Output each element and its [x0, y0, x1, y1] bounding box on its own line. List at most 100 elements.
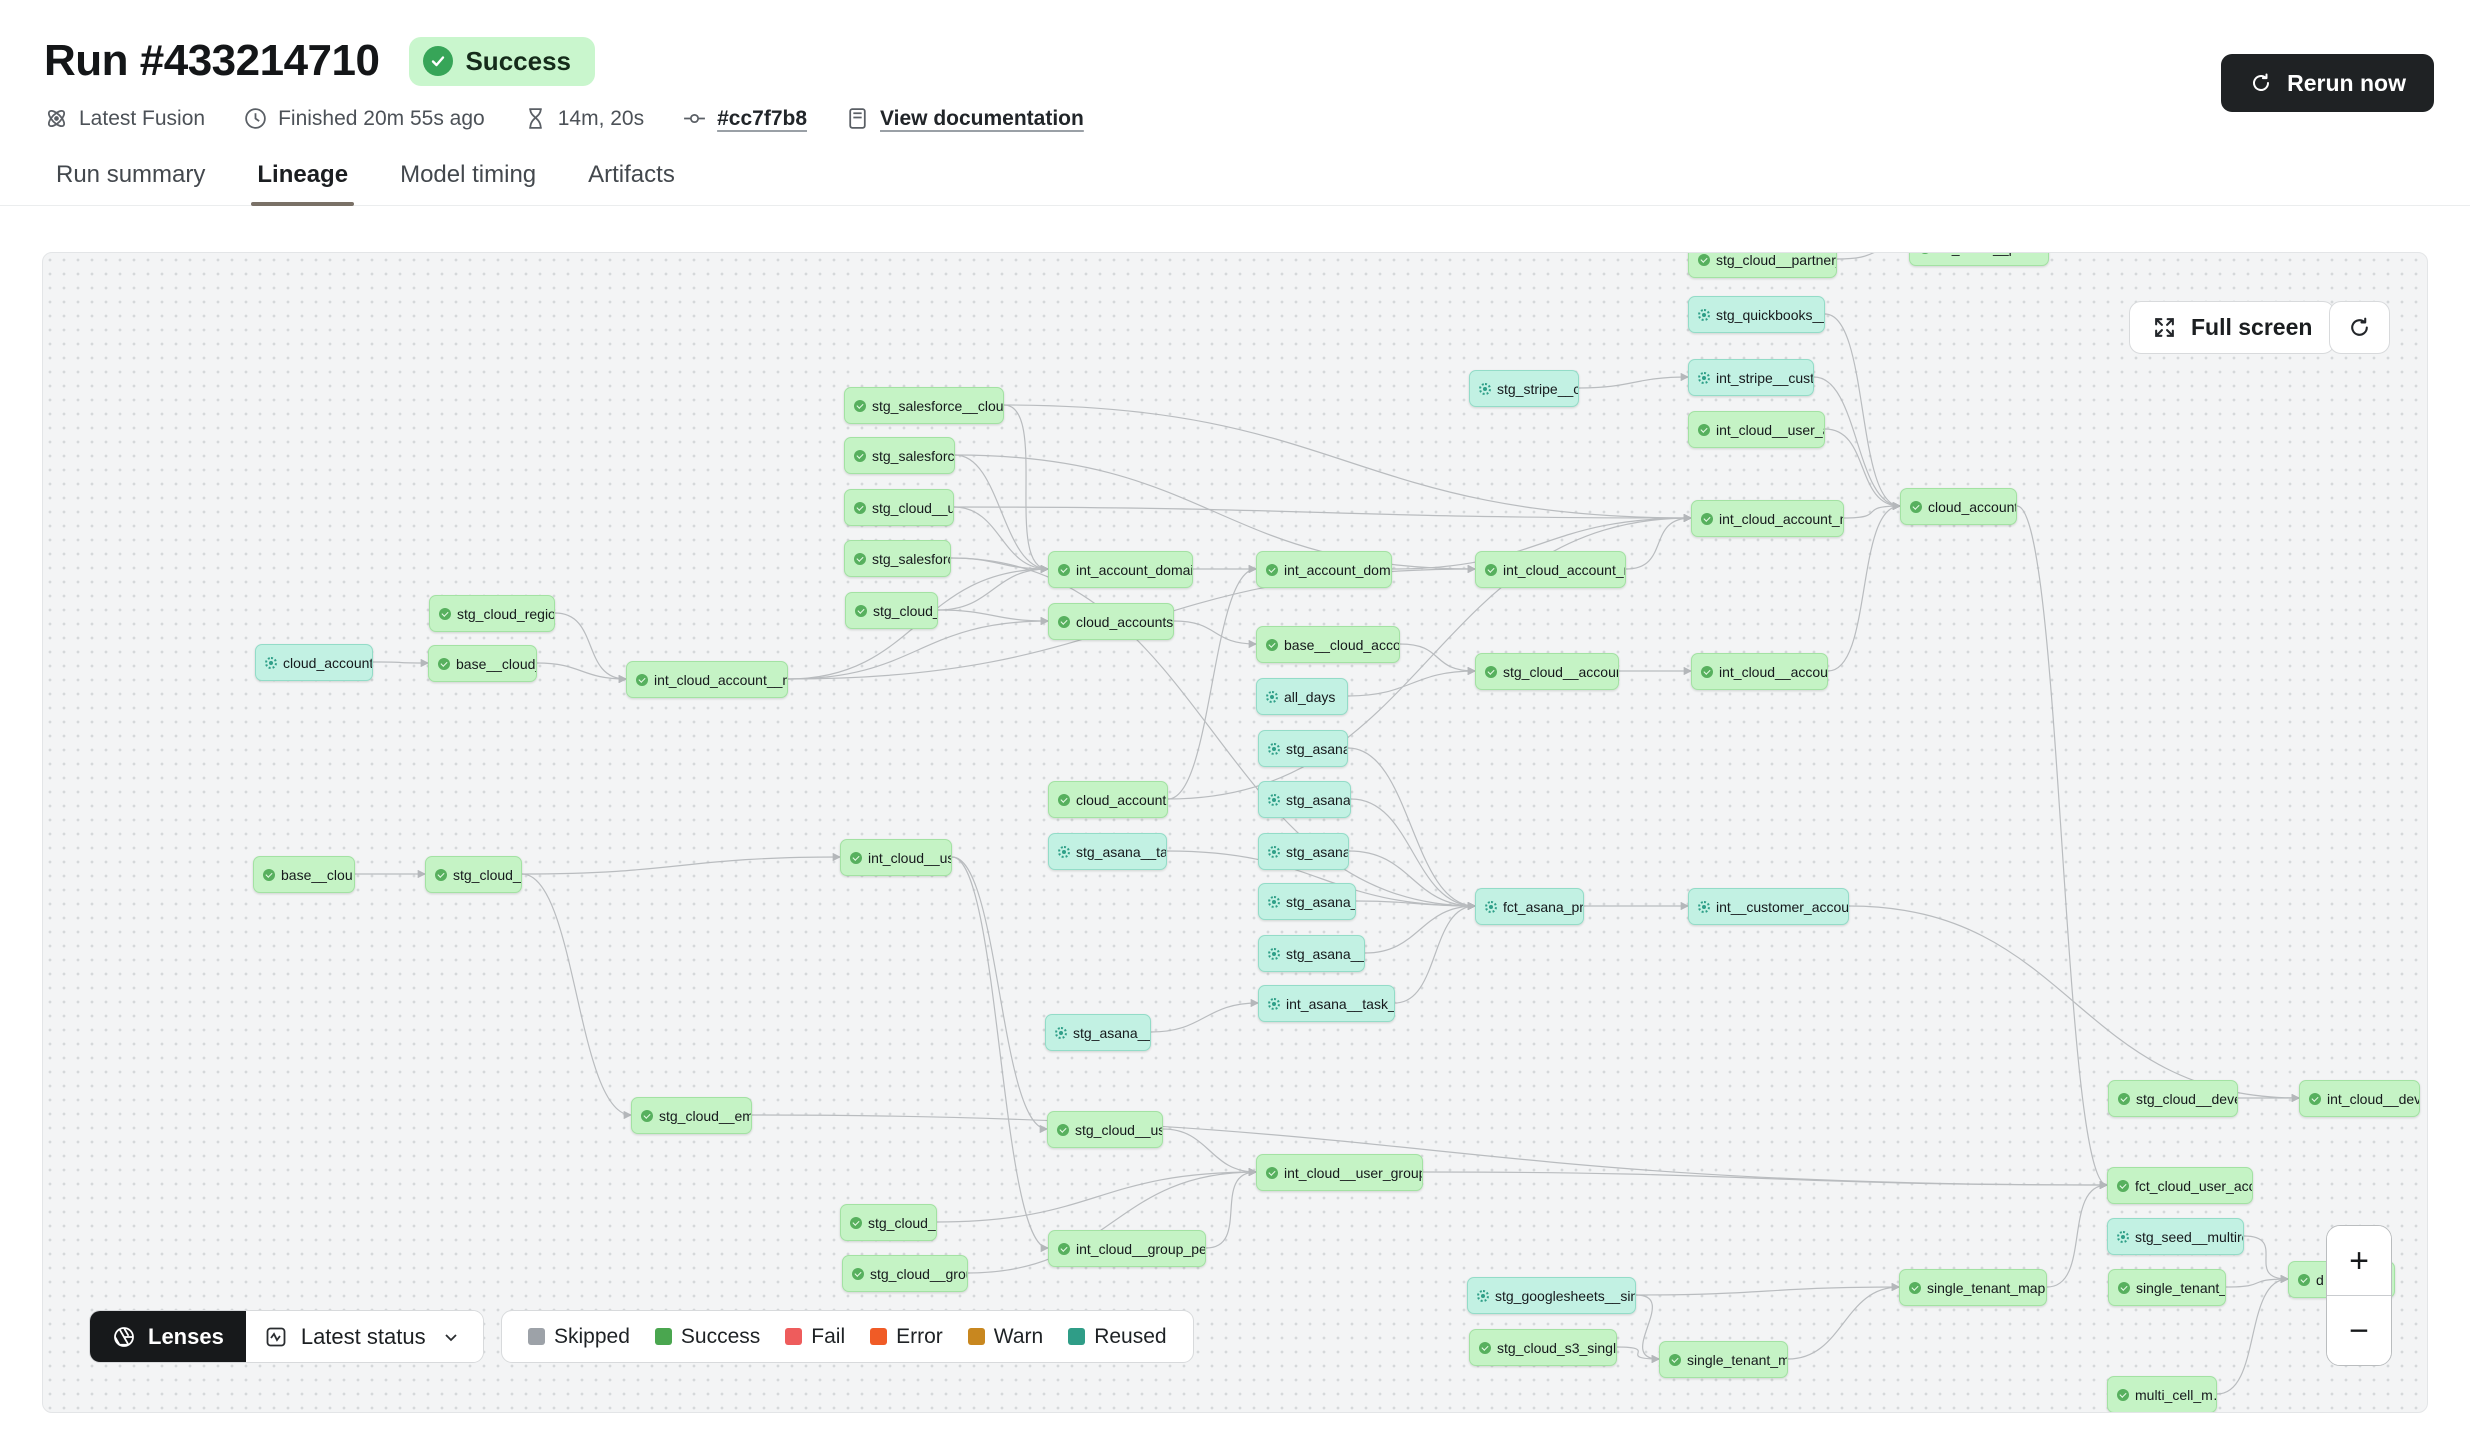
refresh-graph-button[interactable] [2329, 301, 2390, 354]
graph-node-label: int_cloud__accoun… [1719, 664, 1828, 680]
success-status-icon [641, 1110, 653, 1122]
graph-node[interactable]: cloud_account… [1900, 488, 2017, 525]
graph-node[interactable]: int_asana__task_s… [1258, 985, 1395, 1022]
graph-node[interactable]: stg_asana__tas… [1048, 833, 1167, 870]
graph-node[interactable]: stg_cloud__group… [842, 1255, 968, 1292]
graph-node[interactable]: stg_salesforce… [844, 540, 951, 577]
lenses-button[interactable]: Lenses [90, 1311, 246, 1362]
full-screen-label: Full screen [2191, 314, 2312, 341]
graph-node[interactable]: stg_asana__… [1045, 1014, 1151, 1051]
graph-node[interactable]: base__cloud_… [428, 645, 537, 682]
graph-node[interactable]: cloud_account… [255, 644, 373, 681]
refresh-graph-icon [2347, 315, 2372, 340]
status-badge-label: Success [465, 46, 571, 77]
graph-node-label: int_cloud__user_group… [1284, 1165, 1423, 1181]
graph-node[interactable]: int_cloud__us… [840, 839, 952, 876]
graph-node[interactable]: int_cloud__partner_con… [1909, 252, 2049, 266]
lineage-edges [43, 253, 2427, 1412]
commit-link[interactable]: #cc7f7b8 [717, 107, 807, 131]
tab-model-timing[interactable]: Model timing [400, 161, 536, 205]
full-screen-button[interactable]: Full screen [2129, 301, 2335, 354]
graph-node[interactable]: int_cloud__user_group… [1256, 1154, 1423, 1191]
lens-status-dropdown[interactable]: Latest status [246, 1311, 483, 1362]
graph-node[interactable]: stg_cloud_region… [429, 595, 555, 632]
graph-node[interactable]: stg_asana__… [1258, 883, 1356, 920]
tab-artifacts[interactable]: Artifacts [588, 161, 675, 205]
graph-node[interactable]: int_cloud_account_ma… [1691, 500, 1844, 537]
zoom-in-button[interactable]: + [2327, 1226, 2391, 1296]
chevron-down-icon [439, 1325, 463, 1349]
graph-node[interactable]: int_cloud__accoun… [1691, 653, 1828, 690]
success-status-icon [636, 674, 648, 686]
graph-node[interactable]: stg_salesforce_… [844, 437, 955, 474]
success-status-icon [439, 608, 451, 620]
status-legend: SkippedSuccessFailErrorWarnReused [501, 1310, 1194, 1363]
graph-node[interactable]: int_account_domain… [1048, 551, 1193, 588]
graph-node[interactable]: single_tenant_map… [1659, 1341, 1788, 1378]
graph-node-label: stg_stripe__c… [1497, 381, 1579, 397]
graph-node[interactable]: stg_seed__multireg… [2107, 1218, 2244, 1255]
graph-node[interactable]: stg_asana… [1258, 833, 1349, 870]
graph-node[interactable]: stg_cloud__partner_c… [1688, 252, 1837, 278]
graph-node[interactable]: int__customer_account… [1688, 888, 1849, 925]
graph-node[interactable]: stg_asana_… [1258, 781, 1351, 818]
graph-node[interactable]: single_tenant_mapp… [1899, 1269, 2047, 1306]
graph-node-label: stg_cloud_… [868, 1215, 937, 1231]
graph-node-label: single_tenant_map… [1687, 1352, 1788, 1368]
graph-node[interactable]: stg_asana… [1258, 730, 1348, 767]
graph-node[interactable]: stg_cloud__us… [844, 489, 954, 526]
graph-node-label: int_cloud__us… [868, 850, 952, 866]
graph-node[interactable]: stg_cloud__… [425, 856, 522, 893]
graph-node[interactable]: base__cloud_acco… [1256, 626, 1400, 663]
reused-status-icon [1485, 901, 1497, 913]
graph-node[interactable]: stg_cloud_… [840, 1204, 937, 1241]
graph-node-label: int_account_dom… [1284, 562, 1392, 578]
graph-node[interactable]: stg_cloud__accounts… [1475, 653, 1619, 690]
graph-node[interactable]: stg_cloud__… [845, 592, 938, 629]
zoom-out-button[interactable]: − [2327, 1296, 2391, 1365]
graph-node-label: base__cloud_acco… [1284, 637, 1400, 653]
graph-node[interactable]: int_cloud__devel… [2299, 1080, 2420, 1117]
graph-node[interactable]: fct_asana_proj… [1475, 888, 1584, 925]
graph-node[interactable]: stg_cloud_s3_singl… [1469, 1329, 1617, 1366]
graph-node[interactable]: int_stripe__custo… [1688, 359, 1814, 396]
success-status-icon [1485, 666, 1497, 678]
graph-node[interactable]: cloud_accounts_… [1048, 603, 1174, 640]
graph-node[interactable]: stg_googlesheets__sin… [1467, 1277, 1636, 1314]
graph-node[interactable]: stg_quickbooks__a… [1688, 296, 1825, 333]
graph-node-label: stg_googlesheets__sin… [1495, 1288, 1636, 1304]
rerun-now-button[interactable]: Rerun now [2221, 54, 2434, 112]
graph-node[interactable]: multi_cell_m… [2107, 1376, 2217, 1413]
lineage-graph-canvas[interactable]: cloud_account… stg_cloud_region… base__clo… [42, 252, 2428, 1413]
graph-node[interactable]: all_days [1256, 678, 1348, 715]
lenses-bar: Lenses Latest status [89, 1310, 484, 1363]
graph-node[interactable]: single_tenant_… [2108, 1269, 2226, 1306]
graph-node[interactable]: stg_cloud__devel… [2108, 1080, 2238, 1117]
graph-node-label: cloud_accounts_… [1076, 614, 1174, 630]
graph-node[interactable]: stg_salesforce__cloud_… [844, 387, 1004, 424]
graph-node[interactable]: cloud_account… [1048, 781, 1168, 818]
rerun-now-label: Rerun now [2287, 70, 2406, 97]
graph-node[interactable]: int_cloud__user_ac… [1688, 411, 1825, 448]
graph-node[interactable]: int_cloud_account__m… [626, 661, 788, 698]
tab-run-summary[interactable]: Run summary [56, 161, 205, 205]
graph-node[interactable]: stg_stripe__c… [1469, 370, 1579, 407]
graph-node[interactable]: int_cloud_account_ma… [1475, 551, 1626, 588]
success-status-icon [1266, 1167, 1278, 1179]
graph-node[interactable]: int_cloud__group_per… [1048, 1230, 1206, 1267]
graph-node[interactable]: base__clou… [253, 856, 355, 893]
graph-node[interactable]: stg_cloud__us… [1047, 1111, 1163, 1148]
view-documentation-link[interactable]: View documentation [880, 107, 1084, 131]
graph-node[interactable]: fct_cloud_user_acc… [2107, 1167, 2253, 1204]
graph-node[interactable]: int_account_dom… [1256, 551, 1392, 588]
success-status-icon [1058, 564, 1070, 576]
graph-node-label: stg_seed__multireg… [2135, 1229, 2244, 1245]
graph-node[interactable]: stg_cloud__email… [631, 1097, 752, 1134]
finished-meta: Finished 20m 55s ago [243, 106, 485, 131]
tab-lineage[interactable]: Lineage [257, 161, 348, 205]
reused-status-icon [1479, 383, 1491, 395]
activity-icon [264, 1325, 288, 1349]
graph-node[interactable]: stg_asana__pr… [1258, 935, 1365, 972]
graph-node-label: stg_asana_… [1286, 792, 1351, 808]
graph-node-label: stg_cloud__us… [1075, 1122, 1163, 1138]
